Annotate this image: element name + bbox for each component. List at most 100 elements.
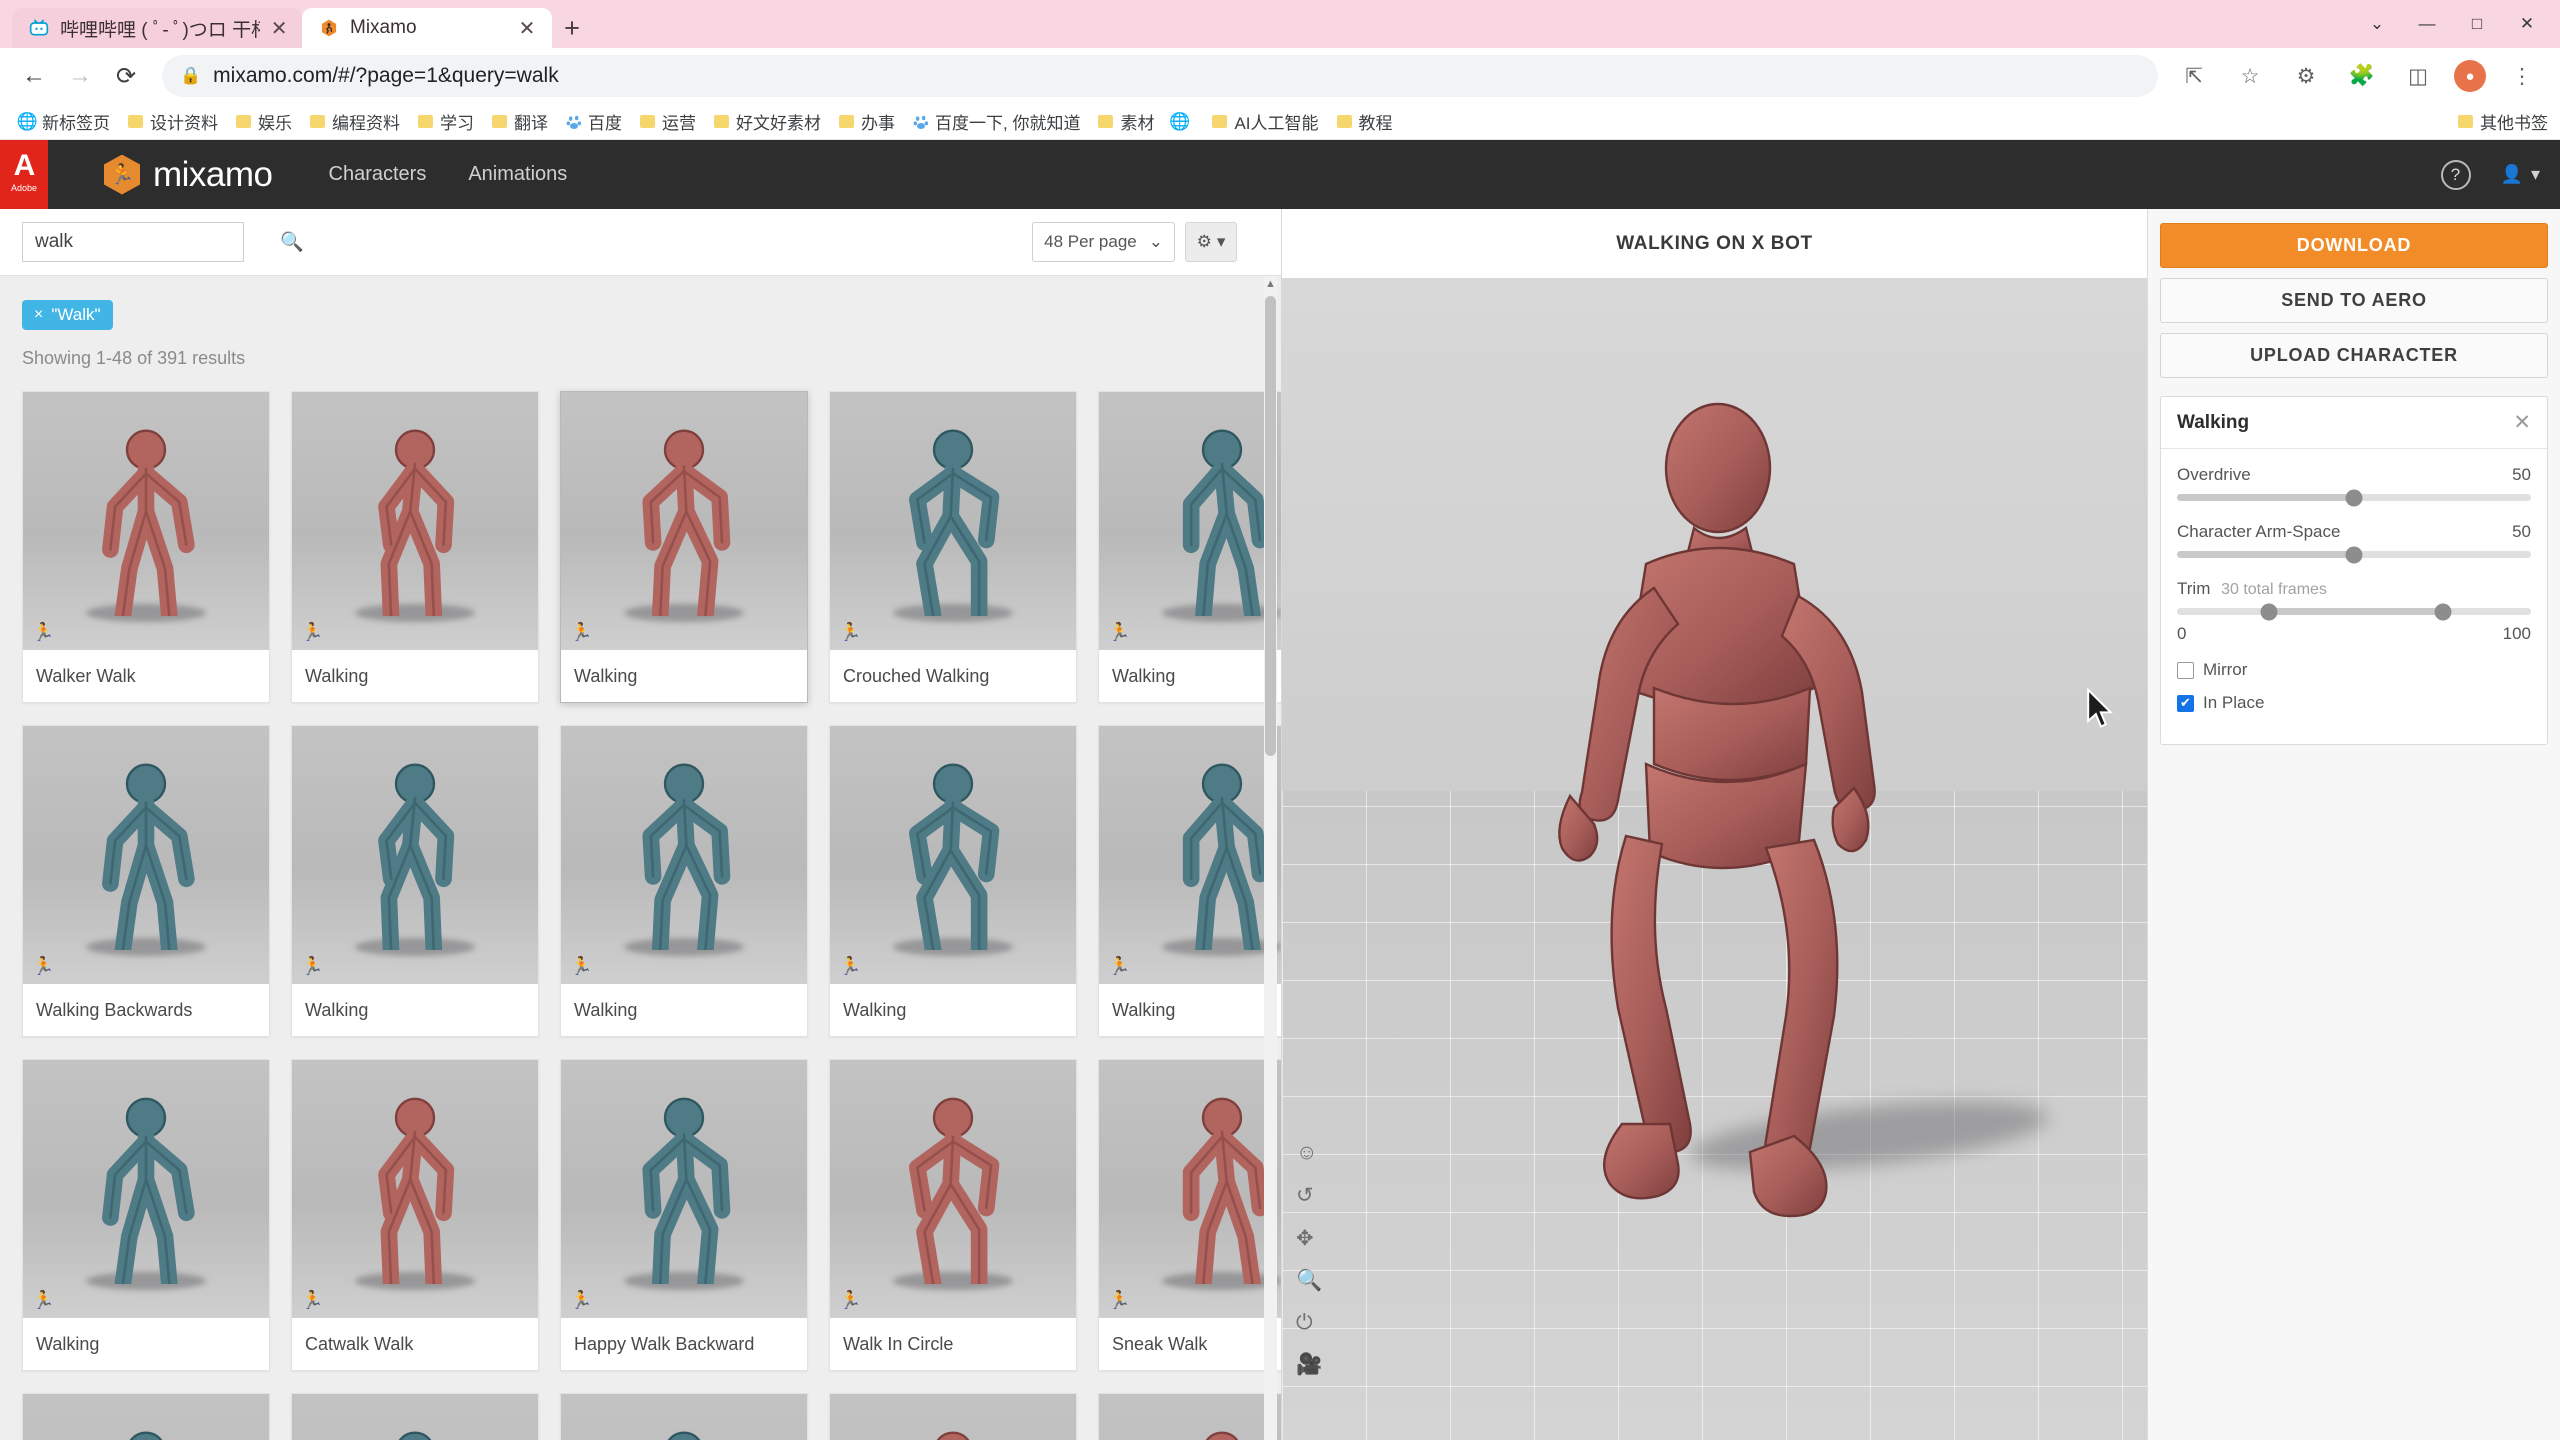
sidepanel-icon[interactable]: ◫ [2398, 56, 2438, 96]
trim-slider[interactable] [2177, 603, 2531, 620]
in-place-checkbox[interactable]: ✔ [2177, 694, 2194, 712]
animation-thumbnail[interactable]: 🏃 [23, 1060, 269, 1319]
nav-item-animations[interactable]: Animations [468, 163, 567, 186]
animation-card[interactable]: 🏃 [560, 1393, 808, 1440]
account-menu[interactable]: 👤 ▾ [2501, 164, 2540, 185]
animation-card[interactable]: 🏃 Walking [22, 1059, 270, 1372]
animation-card[interactable]: 🏃 Walking [560, 725, 808, 1038]
pan-icon[interactable]: ✥ [1296, 1226, 1322, 1251]
settings-button[interactable]: ⚙ ▾ [1185, 222, 1237, 263]
address-bar[interactable]: 🔒 mixamo.com/#/?page=1&query=walk [162, 55, 2158, 97]
close-icon[interactable]: ✕ [2513, 410, 2531, 435]
browser-tab-mixamo[interactable]: Mixamo ✕ [302, 8, 552, 48]
bookmark-item[interactable]: 好文好素材 [706, 106, 828, 137]
arm-space-slider[interactable] [2177, 546, 2531, 563]
camera-icon[interactable]: 🎥 [1296, 1353, 1322, 1377]
bookmark-item[interactable]: 娱乐 [228, 106, 299, 137]
mirror-checkbox[interactable] [2177, 661, 2194, 679]
animation-thumbnail[interactable]: 🏃 [830, 726, 1076, 985]
extensions-icon[interactable]: ⚙ [2286, 56, 2326, 96]
window-close-button[interactable]: ✕ [2504, 6, 2550, 42]
animation-thumbnail[interactable]: 🏃 [1099, 1060, 1281, 1319]
face-icon[interactable]: ☺ [1296, 1141, 1322, 1165]
window-more-icon[interactable]: ⌄ [2354, 6, 2400, 42]
zoom-icon[interactable]: 🔍 [1296, 1269, 1322, 1293]
new-tab-button[interactable]: + [552, 8, 592, 48]
animation-card[interactable]: 🏃 Walking [560, 391, 808, 704]
animation-thumbnail[interactable]: 🏃 [561, 726, 807, 985]
search-input-wrapper[interactable]: 🔍 [22, 222, 304, 263]
menu-icon[interactable]: ⋮ [2502, 56, 2542, 96]
trim-end-thumb[interactable] [2434, 603, 2451, 620]
animation-card[interactable]: 🏃 Walker Walk [22, 391, 270, 704]
bookmark-item[interactable]: 素材 [1090, 106, 1161, 137]
close-icon[interactable]: × [34, 306, 43, 324]
mixamo-logo[interactable]: 🏃 mixamo [104, 154, 273, 195]
bookmark-item[interactable]: 🌐 [1164, 110, 1201, 133]
bookmark-item[interactable]: 翻译 [484, 106, 555, 137]
trim-start-thumb[interactable] [2260, 603, 2278, 620]
scrollbar-thumb[interactable] [1265, 296, 1276, 757]
animation-card[interactable]: 🏃 [829, 1393, 1077, 1440]
bookmark-item[interactable]: 百度一下, 你就知道 [905, 106, 1087, 137]
overdrive-slider[interactable] [2177, 489, 2531, 506]
animation-thumbnail[interactable]: 🏃 [23, 392, 269, 651]
bookmark-item[interactable]: 百度 [558, 106, 629, 137]
animation-thumbnail[interactable]: 🏃 [1099, 392, 1281, 651]
animation-thumbnail[interactable]: 🏃 [561, 1394, 807, 1440]
other-bookmarks-button[interactable]: 其他书签 [2457, 109, 2548, 134]
search-icon[interactable]: 🔍 [280, 230, 304, 254]
bookmark-item[interactable]: 🌐 新标签页 [12, 106, 117, 137]
scroll-up-icon[interactable]: ▲ [1264, 276, 1277, 291]
star-icon[interactable]: ☆ [2230, 56, 2270, 96]
animation-thumbnail[interactable]: 🏃 [292, 1060, 538, 1319]
upload-character-button[interactable]: UPLOAD CHARACTER [2160, 333, 2548, 378]
animation-thumbnail[interactable]: 🏃 [561, 1060, 807, 1319]
animation-card[interactable]: 🏃 Walking [291, 725, 539, 1038]
puzzle-icon[interactable]: 🧩 [2342, 56, 2382, 96]
animation-thumbnail[interactable]: 🏃 [23, 1394, 269, 1440]
bookmark-item[interactable]: 教程 [1329, 106, 1400, 137]
animation-thumbnail[interactable]: 🏃 [292, 726, 538, 985]
search-input[interactable] [35, 231, 280, 254]
animation-card[interactable]: 🏃 Walking [1098, 391, 1281, 704]
bookmark-item[interactable]: 办事 [831, 106, 902, 137]
animation-thumbnail[interactable]: 🏃 [1099, 1394, 1281, 1440]
window-minimize-button[interactable]: — [2404, 6, 2450, 42]
animation-thumbnail[interactable]: 🏃 [561, 392, 807, 651]
animation-card[interactable]: 🏃 [22, 1393, 270, 1440]
results-scrollbar[interactable]: ▲ ▼ [1264, 276, 1277, 1440]
animation-card[interactable]: 🏃 Sneak Walk [1098, 1059, 1281, 1372]
forward-icon[interactable]: → [60, 56, 100, 96]
animation-thumbnail[interactable]: 🏃 [830, 1060, 1076, 1319]
download-button[interactable]: DOWNLOAD [2160, 223, 2548, 268]
animation-thumbnail[interactable]: 🏃 [292, 392, 538, 651]
animation-thumbnail[interactable]: 🏃 [830, 1394, 1076, 1440]
window-maximize-button[interactable]: □ [2454, 6, 2500, 42]
adobe-logo[interactable]: A Adobe [0, 140, 48, 209]
back-icon[interactable]: ← [14, 56, 54, 96]
bookmark-item[interactable]: 运营 [632, 106, 703, 137]
bookmark-item[interactable]: 学习 [410, 106, 481, 137]
share-icon[interactable]: ⇱ [2174, 56, 2214, 96]
animation-card[interactable]: 🏃 Happy Walk Backward [560, 1059, 808, 1372]
animation-card[interactable]: 🏃 Walking Backwards [22, 725, 270, 1038]
reset-rotate-icon[interactable]: ↺ [1296, 1183, 1322, 1208]
animation-thumbnail[interactable]: 🏃 [292, 1394, 538, 1440]
animation-card[interactable]: 🏃 Crouched Walking [829, 391, 1077, 704]
animation-card[interactable]: 🏃 Walking [829, 725, 1077, 1038]
browser-tab-bilibili[interactable]: 哔哩哔哩 ( ﾟ- ﾟ)つロ 干杯~-bil ✕ [12, 8, 302, 48]
animation-thumbnail[interactable]: 🏃 [1099, 726, 1281, 985]
bookmark-item[interactable]: 设计资料 [120, 106, 225, 137]
per-page-select[interactable]: 48 Per page ⌄ [1032, 222, 1175, 263]
animation-thumbnail[interactable]: 🏃 [23, 726, 269, 985]
animation-card[interactable]: 🏃 Walking [1098, 725, 1281, 1038]
nav-item-characters[interactable]: Characters [329, 163, 427, 186]
overdrive-slider-thumb[interactable] [2345, 489, 2363, 506]
animation-card[interactable]: 🏃 [1098, 1393, 1281, 1440]
bookmark-item[interactable]: AI人工智能 [1204, 106, 1325, 137]
send-to-aero-button[interactable]: SEND TO AERO [2160, 278, 2548, 323]
close-icon[interactable]: ✕ [516, 16, 538, 41]
question-mark-icon[interactable]: ? [2440, 159, 2471, 190]
animation-card[interactable]: 🏃 Walking [291, 391, 539, 704]
